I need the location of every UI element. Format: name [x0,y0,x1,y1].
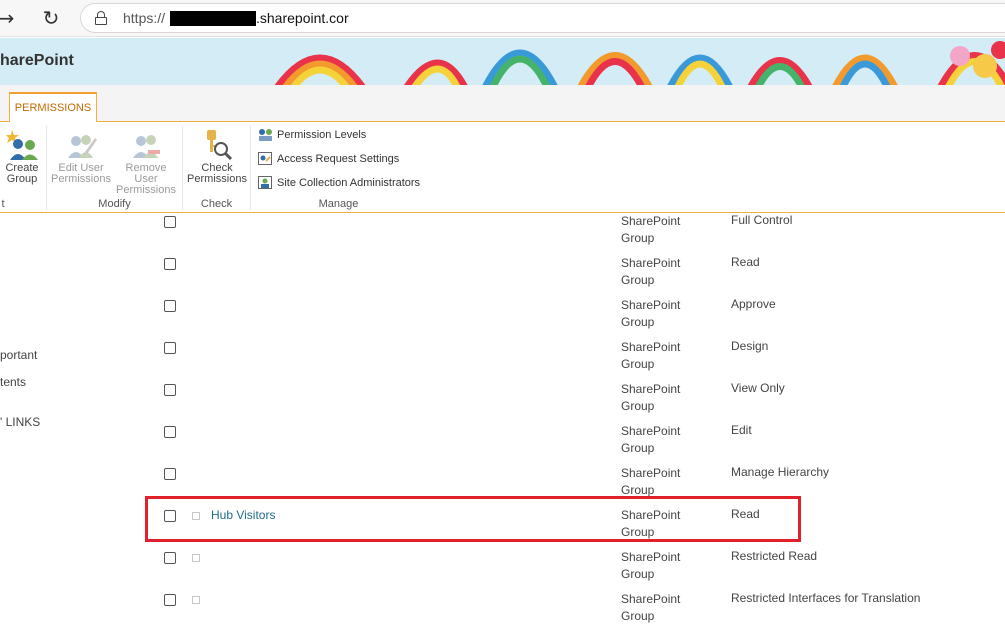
url-host: .sharepoint.cor [256,10,349,26]
site-collection-admins-label: Site Collection Administrators [277,177,421,189]
row-type-line2: Group [621,357,655,371]
row-checkbox[interactable] [164,384,176,396]
create-group-line2: Group [6,173,38,185]
banner-rainbow-art [274,41,1005,85]
row-type-line2: Group [621,567,655,581]
row-checkbox[interactable] [164,552,176,564]
row-type-line1: SharePoint [621,382,681,396]
tab-permissions[interactable]: PERMISSIONS [9,92,97,123]
row-permission-level: Restricted Read [731,549,818,563]
row-type-line2: Group [621,441,655,455]
access-request-settings-button[interactable]: Access Request Settings [258,150,399,168]
row-type: SharePoint Group [621,255,711,289]
suite-banner: harePoint [0,38,1005,85]
row-permission-level: View Only [731,381,785,395]
table-row: SharePoint Group Restricted Read [0,549,1005,591]
remove-user-line1: Remove User [125,162,167,185]
group-divider [46,126,47,210]
row-type-line2: Group [621,315,655,329]
table-row: SharePoint Group Approve [0,297,1005,339]
row-checkbox[interactable] [164,594,176,606]
row-type-line1: SharePoint [621,214,681,228]
permission-levels-button[interactable]: Permission Levels [258,126,366,144]
row-permission-level: Approve [731,297,776,311]
table-row: SharePoint Group Design [0,339,1005,381]
row-type-line2: Group [621,399,655,413]
browser-toolbar: → ↻ https:// .sharepoint.cor [0,0,1005,37]
row-type-line2: Group [621,483,655,497]
check-line2: Permissions [187,173,247,185]
group-label-modify: Modify [98,198,131,210]
lock-icon [95,11,107,25]
url-prefix: https:// [123,10,166,26]
brand-title[interactable]: harePoint [0,52,74,70]
remove-user-line2: Permissions [116,184,176,196]
highlight-annotation [145,496,801,542]
access-request-icon [258,152,272,165]
create-group-icon [6,130,38,160]
row-type-line1: SharePoint [621,592,681,606]
row-type: SharePoint Group [621,423,711,457]
row-type: SharePoint Group [621,297,711,331]
table-row: SharePoint Group Read [0,255,1005,297]
group-label-manage: Manage [318,198,359,210]
remove-user-icon [133,135,160,158]
row-checkbox[interactable] [164,300,176,312]
row-permission-level: Restricted Interfaces for Translation [731,591,921,605]
check-permissions-button[interactable]: Check Permissions [187,128,247,185]
row-permission-level: Edit [731,423,752,437]
table-row: SharePoint Group Full Control [0,213,1005,255]
access-request-label: Access Request Settings [277,153,400,165]
site-collection-admins-icon [258,176,272,189]
row-type: SharePoint Group [621,591,711,625]
row-permission-level: Design [731,339,769,353]
create-group-button[interactable]: Create Group [2,128,42,185]
remove-user-permissions-button[interactable]: Remove User Permissions [113,128,179,196]
row-type-line1: SharePoint [621,550,681,564]
group-label-check: Check [200,198,233,210]
site-collection-administrators-button[interactable]: Site Collection Administrators [258,174,420,192]
row-checkbox[interactable] [164,468,176,480]
row-type: SharePoint Group [621,339,711,373]
row-secondary-checkbox[interactable] [192,596,200,604]
edit-user-icon [68,135,97,158]
row-type-line1: SharePoint [621,340,681,354]
permission-levels-icon [259,129,272,141]
row-type: SharePoint Group [621,549,711,583]
row-type: SharePoint Group [621,213,711,247]
permission-levels-label: Permission Levels [277,129,367,141]
edit-user-line2: Permissions [51,173,111,185]
refresh-icon[interactable]: ↻ [39,6,63,30]
row-checkbox[interactable] [164,258,176,270]
edit-user-permissions-button[interactable]: Edit User Permissions [51,128,111,185]
row-type: SharePoint Group [621,465,711,499]
table-row: SharePoint Group Restricted Interfaces for… [0,591,1005,629]
redacted-url-segment [170,11,256,26]
ribbon-body: Create Group t Edit User Permissions Rem… [0,122,427,213]
row-type-line1: SharePoint [621,298,681,312]
ribbon-tab-strip: PERMISSIONS [0,85,1005,123]
row-checkbox[interactable] [164,342,176,354]
row-permission-level: Full Control [731,213,793,227]
row-permission-level: Read [731,255,760,269]
table-row: SharePoint Group View Only [0,381,1005,423]
address-bar[interactable]: https:// .sharepoint.cor [80,3,1005,33]
check-permissions-icon [207,130,233,160]
row-type-line2: Group [621,273,655,287]
row-type-line1: SharePoint [621,256,681,270]
forward-arrow-icon[interactable]: → [0,6,18,30]
row-secondary-checkbox[interactable] [192,554,200,562]
row-type-line1: SharePoint [621,424,681,438]
row-type-line2: Group [621,609,655,623]
group-label-grant: t [1,198,5,210]
row-permission-level: Manage Hierarchy [731,465,830,479]
row-checkbox[interactable] [164,426,176,438]
row-type-line1: SharePoint [621,466,681,480]
row-checkbox[interactable] [164,216,176,228]
row-type: SharePoint Group [621,381,711,415]
row-type-line2: Group [621,231,655,245]
table-row: SharePoint Group Edit [0,423,1005,465]
